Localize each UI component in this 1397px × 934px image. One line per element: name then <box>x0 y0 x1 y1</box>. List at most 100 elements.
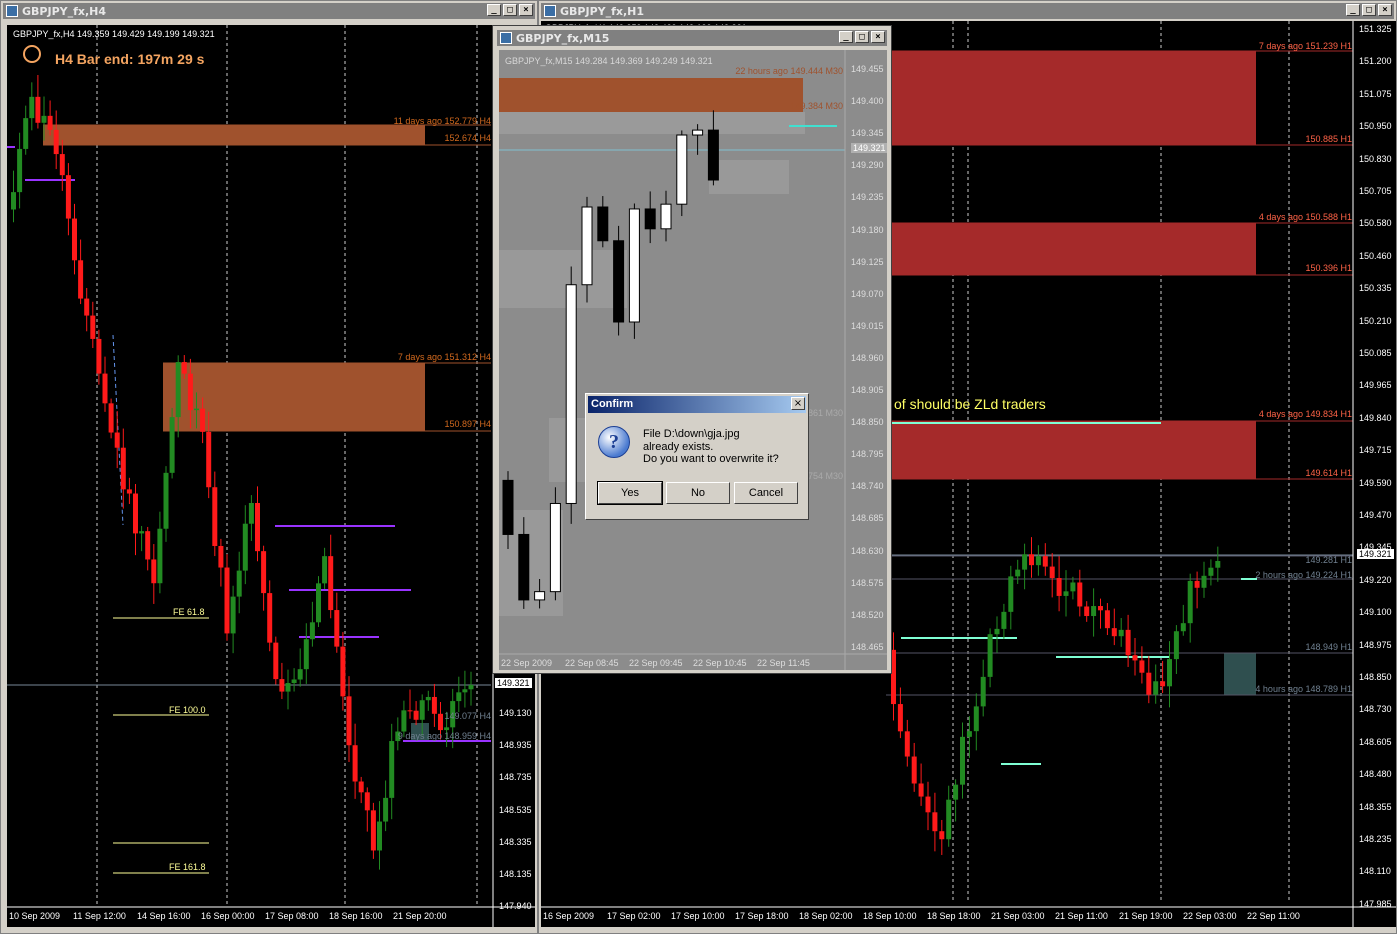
time-tick-label: 18 Sep 18:00 <box>927 911 981 921</box>
price-tick-label: 149.290 <box>851 160 884 171</box>
h4-bar-end-label: H4 Bar end: 197m 29 s <box>55 51 205 67</box>
time-tick-label: 21 Sep 11:00 <box>1055 911 1108 921</box>
price-tick-label: 149.220 <box>1359 574 1392 585</box>
price-tick-label: 148.975 <box>1359 639 1392 650</box>
price-tick-label: 149.400 <box>851 96 884 107</box>
cancel-button[interactable]: Cancel <box>734 482 798 504</box>
h4-chart-svg <box>7 25 535 927</box>
close-button[interactable]: × <box>1378 4 1392 16</box>
h4-zone1-top-label: 11 days ago 152.779 H4 <box>393 116 491 126</box>
candle-body <box>377 821 382 851</box>
candle-body <box>1001 611 1007 629</box>
close-button[interactable]: × <box>519 4 533 16</box>
candle-body <box>468 685 474 690</box>
candle-body <box>518 533 530 601</box>
yes-button[interactable]: Yes <box>597 481 663 505</box>
minimize-button[interactable]: _ <box>1346 4 1360 16</box>
maximize-button[interactable]: □ <box>503 4 517 16</box>
candle-body <box>53 129 59 155</box>
candle-body <box>328 556 334 611</box>
m15-zone1b-label: 149.384 M30 <box>790 101 843 111</box>
h4-titlebar[interactable]: GBPJPY_fx,H4 _ □ × <box>3 3 535 19</box>
time-tick-label: 16 Sep 00:00 <box>201 911 255 921</box>
candle-body <box>108 403 114 433</box>
maximize-button[interactable]: □ <box>1362 4 1376 16</box>
time-tick-label: 22 Sep 2009 <box>501 658 553 668</box>
price-tick-label: 149.715 <box>1359 445 1392 456</box>
candle-body <box>35 96 41 123</box>
dialog-title: Confirm <box>588 396 806 413</box>
minimize-button[interactable]: _ <box>487 4 501 16</box>
candle-body <box>84 298 90 316</box>
h1-titlebar[interactable]: GBPJPY_fx,H1 _ □ × <box>541 3 1394 19</box>
candle-body <box>973 706 979 732</box>
candle-body <box>255 502 260 552</box>
candle-body <box>309 622 315 640</box>
candle-body <box>96 338 102 374</box>
maximize-button[interactable]: □ <box>855 31 869 43</box>
price-tick-label: 150.460 <box>1359 250 1392 261</box>
m15-chart-area[interactable]: GBPJPY_fx,M15 149.284 149.369 149.249 14… <box>499 50 887 670</box>
candle-body <box>303 639 309 670</box>
candle-body <box>1111 628 1117 637</box>
candle-body <box>297 669 303 680</box>
candle-body <box>1029 554 1034 566</box>
h4-chart-area[interactable]: GBPJPY_fx,H4 149.359 149.429 149.199 149… <box>7 25 535 927</box>
candle-body <box>413 710 419 720</box>
supply-zone <box>43 125 425 145</box>
h4-zone2-top-label: 7 days ago 151.312 H4 <box>397 352 491 362</box>
candle-body <box>401 710 407 732</box>
candle-body <box>707 129 719 181</box>
price-tick-label: 148.535 <box>499 804 532 815</box>
price-tick-label: 149.180 <box>851 224 884 235</box>
price-tick-label: 148.480 <box>1359 769 1392 780</box>
price-tick-label: 148.960 <box>851 352 884 363</box>
candle-body <box>72 218 77 261</box>
minimize-button[interactable]: _ <box>839 31 853 43</box>
price-tick-label: 149.345 <box>851 128 884 139</box>
candle-body <box>352 745 358 782</box>
time-tick-label: 17 Sep 18:00 <box>735 911 789 921</box>
candle-body <box>206 431 212 488</box>
time-tick-label: 18 Sep 10:00 <box>863 911 917 921</box>
m15-chart-window[interactable]: GBPJPY_fx,M15 _ □ × GBPJPY_fx,M15 149.28… <box>492 25 892 674</box>
candle-body <box>456 692 462 702</box>
time-tick-label: 18 Sep 16:00 <box>329 911 383 921</box>
zone-shade <box>499 112 805 134</box>
time-tick-label: 22 Sep 09:45 <box>629 658 683 668</box>
candle-body <box>261 551 267 594</box>
close-button[interactable]: × <box>871 31 885 43</box>
candle-body <box>1022 554 1028 570</box>
candle-body <box>139 531 145 534</box>
candle-body <box>1084 606 1090 617</box>
h4-chart-window[interactable]: GBPJPY_fx,H4 _ □ × GBPJPY_fx,H4 149.359 … <box>0 0 538 934</box>
candle-body <box>613 240 625 323</box>
candle-body <box>1153 681 1159 695</box>
zone-shade <box>709 160 789 194</box>
price-tick-label: 151.325 <box>1359 24 1392 34</box>
h1-zone3-top-label: 4 days ago 149.834 H1 <box>1258 409 1352 419</box>
dialog-close-button[interactable]: × <box>791 397 805 410</box>
confirm-dialog[interactable]: Confirm × ? File D:\down\gja.jpg already… <box>585 393 809 520</box>
candle-body <box>692 129 704 136</box>
dialog-message: File D:\down\gja.jpg already exists. Do … <box>643 428 779 466</box>
candle-body <box>267 593 273 643</box>
supply-zone <box>499 78 803 112</box>
time-tick-label: 11 Sep 12:00 <box>73 911 126 921</box>
candle-body <box>389 741 395 798</box>
price-tick-label: 150.085 <box>1359 348 1392 358</box>
candle-body <box>628 208 640 323</box>
m15-current-price-badge: 149.321 <box>851 143 887 153</box>
price-tick-label: 151.075 <box>1359 88 1392 99</box>
chart-window-icon <box>500 32 512 44</box>
fe-61-label: FE 61.8 <box>173 607 205 617</box>
price-tick-label: 148.730 <box>1359 704 1392 715</box>
candle-body <box>248 502 254 524</box>
h1-current-price-badge: 149.321 <box>1357 549 1394 559</box>
price-tick-label: 149.470 <box>1359 510 1392 520</box>
no-button[interactable]: No <box>666 482 730 504</box>
price-tick-label: 149.070 <box>851 288 884 299</box>
candle-body <box>200 408 206 432</box>
m15-titlebar[interactable]: GBPJPY_fx,M15 _ □ × <box>497 30 887 46</box>
candle-body <box>676 134 688 205</box>
